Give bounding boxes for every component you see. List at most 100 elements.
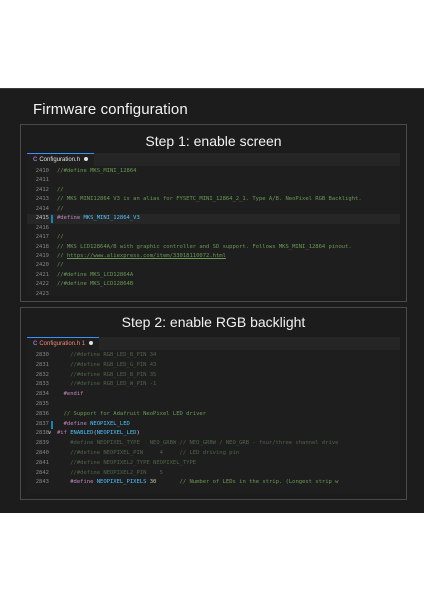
code-line[interactable]: 2834 #endif	[27, 390, 400, 400]
line-number: 2411	[35, 177, 49, 184]
tutorial-section: Firmware configuration Step 1: enable sc…	[0, 88, 424, 513]
line-number: 2834	[35, 391, 49, 398]
code-token: ENABLED	[70, 430, 94, 437]
line-number: 2843	[35, 479, 49, 486]
step2-tab-filename: Configuration.h	[39, 341, 81, 347]
gutter	[49, 390, 57, 400]
code-line[interactable]: 2413 // MKS MINI12864 V3 is an alias for…	[27, 195, 400, 204]
gutter	[49, 271, 57, 280]
code-token: //#define RGB_LED_B_PIN 34	[57, 352, 157, 358]
step1-heading: Step 1: enable screen	[145, 133, 282, 149]
code-line[interactable]: 2841 //#define NEOPIXEL2_TYPE NEOPIXEL_T…	[27, 459, 400, 469]
step1-file-tab[interactable]: C Configuration.h	[27, 153, 95, 167]
gutter	[49, 478, 57, 488]
gutter	[49, 186, 57, 195]
code-line[interactable]: 2410 //#define MKS_MINI_12864	[27, 167, 400, 176]
code-token: NEOPIXEL_LED	[90, 420, 130, 427]
gutter	[49, 214, 57, 224]
code-token: //#define MKS_MINI_12864	[57, 168, 137, 174]
code-token: //	[57, 234, 64, 241]
code-token: https://www.aliexpress.com/item/33018110…	[66, 252, 226, 259]
gutter	[49, 410, 57, 420]
gutter	[49, 351, 57, 361]
code-line[interactable]: 2832 //#define RGB_LED_B_PIN 35	[27, 371, 400, 381]
code-line[interactable]: 2831 //#define RGB_LED_G_PIN 43	[27, 361, 400, 371]
modified-line-marker	[51, 215, 53, 224]
line-number: 2832	[35, 371, 49, 378]
code-token: NEOPIXEL_PIXELS	[96, 479, 147, 486]
unsaved-dot-icon[interactable]	[84, 157, 89, 162]
modified-line-marker	[51, 420, 53, 429]
gutter	[49, 243, 57, 252]
code-line[interactable]: 2839 #define NEOPIXEL_TYPE NEO_GRBW // N…	[27, 439, 400, 449]
code-line[interactable]: 2423	[27, 290, 400, 296]
gutter	[49, 400, 57, 410]
code-line[interactable]: 2418 // MKS LCD12864A/B with graphic con…	[27, 243, 400, 252]
gutter	[49, 290, 57, 296]
code-line[interactable]: 2415 #define MKS_MINI_12864_V3	[27, 214, 400, 224]
unsaved-dot-icon[interactable]	[89, 341, 94, 346]
code-line[interactable]: 2836 // Support for Adafruit NeoPixel LE…	[27, 410, 400, 420]
code-line[interactable]: 2422 //#define MKS_LCD12864B	[27, 280, 400, 289]
code-line[interactable]: 2419 // https://www.aliexpress.com/item/…	[27, 252, 400, 261]
line-number: 2840	[35, 449, 49, 456]
gutter	[49, 439, 57, 449]
code-line[interactable]: 2835	[27, 400, 400, 410]
code-line[interactable]: 2842 //#define NEOPIXEL2_PIN 5	[27, 469, 400, 479]
code-token: #define NEOPIXEL_TYPE NEO_GRBW // NEO_GR…	[57, 440, 339, 447]
code-token: #endif	[57, 391, 84, 398]
line-number: 2833	[31, 380, 49, 390]
step1-code[interactable]: 2410 //#define MKS_MINI_12864 2411 2412 /…	[27, 167, 400, 296]
code-line[interactable]: 2421 //#define MKS_LCD12864A	[27, 271, 400, 280]
step2-heading: Step 2: enable RGB backlight	[121, 314, 306, 330]
code-line[interactable]: 2417 //	[27, 233, 400, 242]
code-line[interactable]: 2843 #define NEOPIXEL_PIXELS 30 // Numbe…	[27, 478, 400, 488]
line-number: 2418	[35, 243, 49, 250]
step2-panel: Step 2: enable RGB backlight C Configurat…	[20, 307, 407, 500]
code-line[interactable]: 2420 //	[27, 261, 400, 270]
code-token: //	[57, 186, 64, 193]
line-number: 2841	[35, 459, 49, 466]
code-token: // Support for Adafruit NeoPixel LED dri…	[57, 410, 207, 417]
gutter	[49, 167, 57, 176]
code-line[interactable]: 2840 //#define NEOPIXEL_PIN 4 // LED dri…	[27, 449, 400, 459]
code-line[interactable]: 2414 //	[27, 205, 400, 214]
gutter: ∨	[48, 429, 57, 439]
step2-file-tab[interactable]: C Configuration.h 1	[27, 337, 100, 351]
line-number: 2838	[35, 430, 49, 437]
code-line[interactable]: 2830 //#define RGB_LED_B_PIN 34	[27, 351, 400, 361]
line-number: 2419	[35, 252, 49, 259]
step2-tabbar: C Configuration.h 1	[27, 337, 400, 351]
line-number: 2835	[35, 400, 49, 407]
code-line[interactable]: 2412 //	[27, 186, 400, 195]
gutter	[49, 459, 57, 469]
code-line[interactable]: 2411	[27, 176, 400, 185]
code-token: //#define NEOPIXEL2_PIN 5	[57, 469, 163, 476]
line-number: 2417	[35, 234, 49, 241]
code-token: //	[57, 252, 67, 259]
code-line[interactable]: 2833 //#define RGB_LED_W_PIN -1	[27, 380, 400, 390]
line-number: 2410	[35, 168, 49, 174]
gutter	[49, 469, 57, 479]
gutter	[49, 449, 57, 459]
code-line[interactable]: 2837 #define NEOPIXEL_LED	[27, 420, 400, 430]
code-line[interactable]: 2416	[27, 224, 400, 233]
gutter	[49, 176, 57, 185]
line-number: 2421	[35, 271, 49, 278]
code-token: //#define MKS_LCD12864A	[57, 271, 134, 278]
code-token: //	[57, 205, 64, 212]
code-token: NEOPIXEL_LED	[96, 430, 137, 437]
code-line[interactable]: 2838 ∨ #if ENABLED(NEOPIXEL_LED)	[27, 429, 400, 439]
step1-tabbar: C Configuration.h	[27, 153, 400, 167]
step2-code[interactable]: 2830 //#define RGB_LED_B_PIN 34 2831 //#d…	[27, 351, 400, 493]
fold-chevron-icon[interactable]: ∨	[48, 429, 51, 439]
code-token: //#define MKS_LCD12864B	[57, 281, 134, 288]
line-number: 2837	[35, 420, 49, 427]
code-token: #define	[63, 420, 87, 427]
line-number: 2830	[35, 352, 49, 358]
line-number: 2420	[35, 262, 49, 269]
page-title: Firmware configuration	[33, 101, 188, 118]
